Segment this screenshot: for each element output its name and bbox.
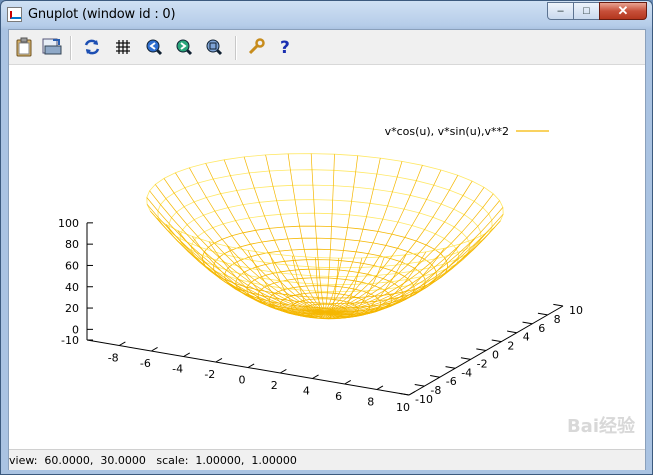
x-tick-label: 8: [367, 396, 374, 409]
y-tick: [522, 321, 533, 325]
surface-meridian: [287, 153, 326, 313]
x-tick-label: 0: [239, 374, 246, 387]
y-tick-label: -8: [430, 384, 441, 397]
y-tick: [399, 392, 410, 396]
help-icon[interactable]: ?: [275, 36, 297, 58]
status-view-scale: view: 60.0000, 30.0000 scale: 1.00000, 1…: [9, 454, 297, 467]
options-wrench-icon[interactable]: [245, 36, 267, 58]
surface-ring: [168, 184, 482, 278]
surface-ring: [157, 169, 493, 269]
surface-plot: -8 -6 -4 -2 0 2 4 6 8 10-10-8-6-4-20246810-100204…: [58, 125, 583, 414]
surface-meridian: [324, 154, 335, 313]
x-tick: [183, 352, 191, 357]
y-tick-label: -6: [446, 375, 457, 388]
y-tick-label: 10: [569, 304, 583, 317]
x-tick-label: 4: [303, 385, 310, 398]
zoom-next-icon[interactable]: [173, 36, 195, 58]
client-area: ? -8 -6 -4 -2 0 2 4 6 8 10 -10 -8 -6 -4 -2 0 2 4 6 8 10 -10 0 2…: [8, 29, 646, 470]
y-tick-label: -2: [477, 357, 488, 370]
y-tick: [537, 312, 548, 316]
x-tick: [151, 347, 158, 352]
replot-icon[interactable]: [81, 36, 103, 58]
y-tick: [476, 348, 487, 351]
y-tick-label: 2: [507, 340, 514, 353]
close-button[interactable]: ✕: [599, 2, 647, 20]
plot-area[interactable]: -8 -6 -4 -2 0 2 4 6 8 10 -10 -8 -6 -4 -2 0 2 4 6 8 10 -10 0 20 4…: [9, 65, 645, 449]
y-tick-label: 8: [554, 313, 561, 326]
gnuplot-window: Gnuplot (window id : 0) – □ ✕ ? -8 -6 -4…: [0, 0, 653, 475]
zoom-previous-icon[interactable]: [143, 36, 165, 58]
title-bar[interactable]: Gnuplot (window id : 0) – □ ✕: [1, 1, 652, 29]
window-title: Gnuplot (window id : 0): [28, 7, 176, 22]
x-tick-label: -8: [108, 352, 119, 365]
x-tick-label: 10: [396, 401, 410, 414]
svg-text:?: ?: [280, 38, 290, 56]
surface-meridian: [324, 169, 442, 313]
print-icon[interactable]: [41, 36, 63, 58]
z-tick-label: 20: [65, 302, 79, 315]
z-tick-label: 60: [65, 259, 79, 272]
x-tick-label: -6: [140, 357, 151, 370]
unzoom-icon[interactable]: [203, 36, 225, 58]
y-tick-label: -4: [461, 366, 472, 379]
y-tick-label: 4: [523, 331, 530, 344]
surface-meridian: [324, 233, 487, 315]
surface-meridian: [310, 153, 326, 313]
x-tick: [215, 358, 223, 363]
minimize-button[interactable]: –: [547, 2, 574, 20]
z-tick-label: 80: [65, 238, 79, 251]
y-tick-label: 6: [538, 322, 545, 335]
x-tick: [118, 341, 126, 346]
clipboard-icon[interactable]: [13, 36, 35, 58]
gnuplot-app-icon: [7, 7, 22, 22]
surface-meridian: [155, 184, 326, 313]
x-tick: [344, 380, 352, 385]
maximize-button[interactable]: □: [573, 2, 600, 20]
watermark-text: Bai经验: [566, 416, 635, 437]
grid-icon[interactable]: [112, 36, 134, 58]
toolbar-separator: [70, 36, 72, 60]
x-tick: [279, 369, 287, 374]
z-tick-label: 40: [65, 281, 79, 294]
x-tick-label: -2: [204, 368, 215, 381]
y-tick-label: 0: [492, 349, 499, 362]
z-tick-label: 0: [72, 323, 79, 336]
toolbar-separator: [235, 36, 237, 60]
toolbar: ?: [9, 30, 645, 65]
legend-label: v*cos(u), v*sin(u),v**2: [385, 125, 509, 138]
x-tick: [312, 374, 319, 379]
x-tick: [376, 385, 384, 390]
x-tick-label: 2: [271, 379, 278, 392]
y-tick: [445, 366, 456, 369]
x-tick: [247, 363, 255, 368]
status-bar: view: 60.0000, 30.0000 scale: 1.00000, 1…: [9, 416, 645, 470]
y-tick: [414, 383, 425, 387]
y-tick: [553, 303, 564, 307]
y-tick: [430, 375, 440, 378]
y-tick: [460, 357, 471, 360]
x-tick-label: 6: [335, 390, 342, 403]
y-tick: [507, 330, 517, 334]
x-tick-label: -4: [172, 363, 183, 376]
z-tick-label: 100: [58, 217, 79, 230]
y-tick: [491, 339, 502, 343]
